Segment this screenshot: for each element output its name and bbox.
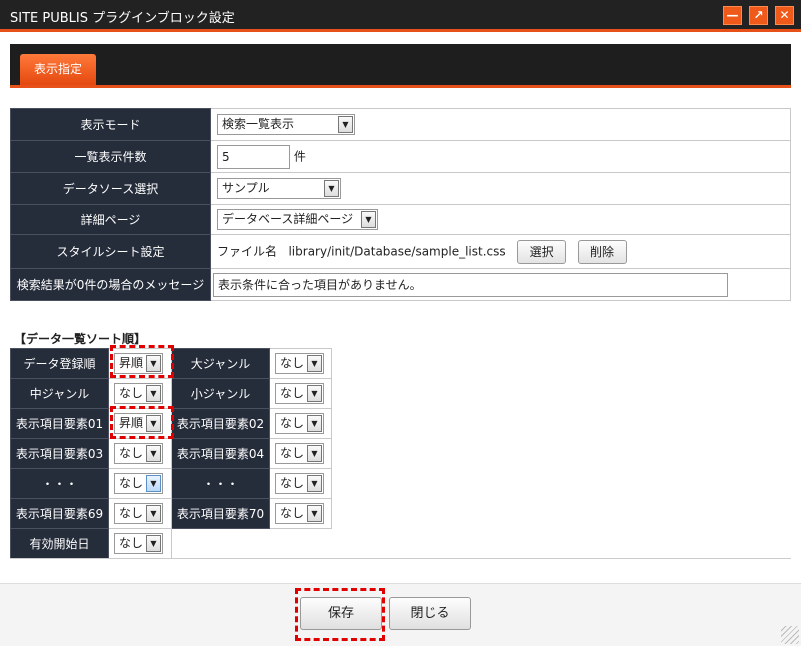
datasource-select[interactable]: サンプル ▼: [217, 178, 341, 199]
sort-value: なし: [119, 386, 144, 400]
detail-page-label: 詳細ページ: [10, 204, 211, 235]
resize-grip-icon[interactable]: [781, 626, 799, 644]
sort-label: 表示項目要素01: [10, 408, 109, 439]
sort-row: データ登録順 昇順 ▼ 大ジャンル なし ▼: [10, 348, 332, 379]
sort-row: 表示項目要素03 なし ▼ 表示項目要素04 なし ▼: [10, 438, 332, 469]
chevron-down-icon[interactable]: ▼: [307, 475, 322, 492]
sort-select[interactable]: なし ▼: [275, 353, 324, 374]
close-button[interactable]: 閉じる: [389, 597, 471, 630]
detail-page-select[interactable]: データベース詳細ページ ▼: [217, 209, 378, 230]
chevron-down-icon[interactable]: ▼: [361, 211, 376, 228]
sort-label: 小ジャンル: [171, 378, 270, 409]
display-mode-select[interactable]: 検索一覧表示 ▼: [217, 114, 355, 135]
sort-row: 有効開始日 なし ▼: [10, 528, 332, 559]
sort-value: なし: [280, 506, 305, 520]
sort-value: なし: [119, 536, 144, 550]
display-mode-label: 表示モード: [10, 108, 211, 141]
list-count-unit: 件: [293, 149, 306, 163]
datasource-label: データソース選択: [10, 172, 211, 205]
list-count-label: 一覧表示件数: [10, 140, 211, 173]
sort-select[interactable]: なし ▼: [114, 383, 163, 404]
sort-select[interactable]: なし ▼: [275, 383, 324, 404]
chevron-down-icon[interactable]: ▼: [307, 355, 322, 372]
sort-label: ・・・: [171, 468, 270, 499]
stylesheet-path: library/init/Database/sample_list.css: [288, 244, 506, 258]
sort-label: 表示項目要素70: [171, 498, 270, 529]
sort-row: ・・・ なし ▼ ・・・ なし ▼: [10, 468, 332, 499]
maximize-icon[interactable]: ↗: [749, 6, 768, 25]
no-result-label: 検索結果が0件の場合のメッセージ: [10, 268, 211, 301]
sort-table: データ登録順 昇順 ▼ 大ジャンル なし ▼ 中ジャンル なし ▼ 小ジャンル なし ▼…: [10, 348, 332, 559]
stylesheet-label: スタイルシート設定: [10, 234, 211, 269]
sort-label: 表示項目要素02: [171, 408, 270, 439]
no-result-input[interactable]: 表示条件に合った項目がありません。: [213, 272, 728, 297]
sort-label: 有効開始日: [10, 528, 109, 559]
sort-select[interactable]: なし ▼: [114, 473, 163, 494]
sort-value: なし: [280, 446, 305, 460]
chevron-down-icon[interactable]: ▼: [146, 505, 161, 522]
chevron-down-icon[interactable]: ▼: [324, 180, 339, 197]
sort-value: なし: [280, 476, 305, 490]
sort-select[interactable]: なし ▼: [275, 413, 324, 434]
sort-row: 表示項目要素01 昇順 ▼ 表示項目要素02 なし ▼: [10, 408, 332, 439]
sort-label: ・・・: [10, 468, 109, 499]
sort-row: 中ジャンル なし ▼ 小ジャンル なし ▼: [10, 378, 332, 409]
sort-select[interactable]: なし ▼: [114, 503, 163, 524]
chevron-down-icon[interactable]: ▼: [307, 415, 322, 432]
sort-value: 昇順: [119, 356, 144, 370]
divider: [10, 558, 791, 559]
chevron-down-icon[interactable]: ▼: [307, 505, 322, 522]
chevron-down-icon[interactable]: ▼: [146, 445, 161, 462]
settings-table: 表示モード 検索一覧表示 ▼ 一覧表示件数 5 件 データソース選択 サンプル …: [10, 108, 791, 301]
sort-select[interactable]: なし ▼: [114, 443, 163, 464]
tab-display-settings[interactable]: 表示指定: [20, 54, 96, 85]
display-mode-value: 検索一覧表示: [222, 117, 295, 131]
chevron-down-icon[interactable]: ▼: [307, 445, 322, 462]
sort-value: なし: [280, 356, 305, 370]
list-count-input[interactable]: 5: [217, 144, 290, 169]
sort-select[interactable]: なし ▼: [114, 533, 163, 554]
window-titlebar: SITE PUBLIS プラグインブロック設定 — ↗ ✕: [0, 0, 801, 32]
sort-value: 昇順: [119, 416, 144, 430]
stylesheet-delete-button[interactable]: 削除: [577, 239, 627, 264]
chevron-down-icon[interactable]: ▼: [307, 385, 322, 402]
sort-select[interactable]: 昇順 ▼: [114, 353, 163, 374]
sort-select[interactable]: なし ▼: [275, 443, 324, 464]
sort-heading: 【データ一覧ソート順】: [14, 332, 147, 346]
close-icon[interactable]: ✕: [775, 6, 794, 25]
minimize-icon[interactable]: —: [723, 6, 742, 25]
sort-label: 大ジャンル: [171, 348, 270, 379]
window-title: SITE PUBLIS プラグインブロック設定: [10, 11, 235, 26]
sort-label: 表示項目要素03: [10, 438, 109, 469]
sort-value: なし: [119, 446, 144, 460]
chevron-down-icon[interactable]: ▼: [146, 385, 161, 402]
stylesheet-prefix: ファイル名: [217, 244, 278, 258]
chevron-down-icon[interactable]: ▼: [146, 475, 161, 492]
sort-select[interactable]: なし ▼: [275, 473, 324, 494]
sort-select[interactable]: なし ▼: [275, 503, 324, 524]
sort-value: なし: [119, 506, 144, 520]
sort-value: なし: [280, 416, 305, 430]
sort-label: 中ジャンル: [10, 378, 109, 409]
save-button[interactable]: 保存: [300, 597, 382, 630]
chevron-down-icon[interactable]: ▼: [338, 116, 353, 133]
sort-row: 表示項目要素69 なし ▼ 表示項目要素70 なし ▼: [10, 498, 332, 529]
chevron-down-icon[interactable]: ▼: [146, 535, 161, 552]
chevron-down-icon[interactable]: ▼: [146, 415, 161, 432]
chevron-down-icon[interactable]: ▼: [146, 355, 161, 372]
sort-label: 表示項目要素04: [171, 438, 270, 469]
sort-value: なし: [280, 386, 305, 400]
sort-select[interactable]: 昇順 ▼: [114, 413, 163, 434]
datasource-value: サンプル: [222, 181, 270, 195]
stylesheet-select-button[interactable]: 選択: [517, 239, 567, 264]
sort-value: なし: [119, 476, 144, 490]
sort-label: 表示項目要素69: [10, 498, 109, 529]
tab-strip: 表示指定: [10, 44, 791, 88]
detail-page-value: データベース詳細ページ: [222, 212, 354, 226]
sort-label: データ登録順: [10, 348, 109, 379]
